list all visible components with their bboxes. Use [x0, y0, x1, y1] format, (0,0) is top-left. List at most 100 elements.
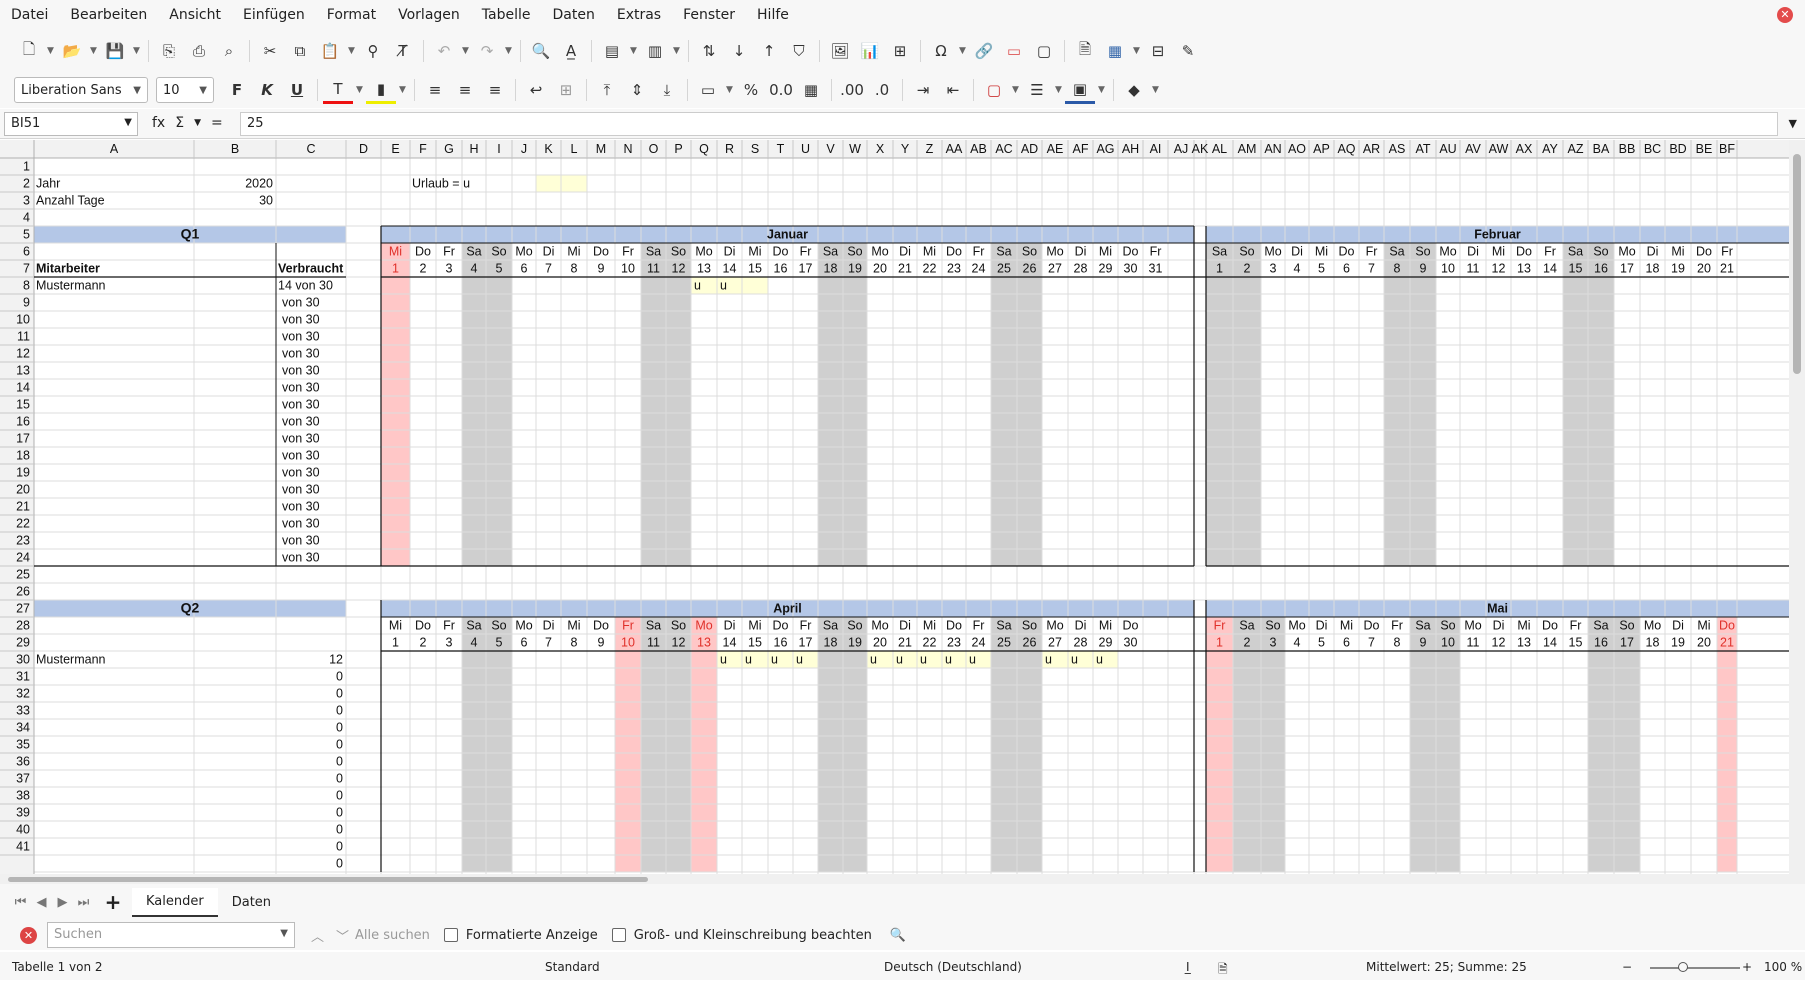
headers-footers-icon[interactable]: ▢: [1029, 37, 1059, 65]
border-style-dropdown-icon[interactable]: ▼: [1052, 76, 1065, 104]
autofilter-icon[interactable]: ⛉: [784, 37, 814, 65]
wrap-text-icon[interactable]: ↩: [521, 76, 551, 104]
cut-icon[interactable]: ✂: [255, 37, 285, 65]
undo-dropdown-icon[interactable]: ▼: [459, 37, 472, 65]
freeze-dropdown-icon[interactable]: ▼: [1130, 37, 1143, 65]
new-dropdown-icon[interactable]: ▼: [44, 37, 57, 65]
zoom-slider-thumb[interactable]: [1678, 962, 1688, 972]
next-sheet-icon[interactable]: ▶: [52, 895, 73, 910]
zoom-slider[interactable]: [1650, 967, 1740, 969]
font-color-icon[interactable]: T: [323, 76, 353, 104]
find-all-button[interactable]: Alle suchen: [355, 928, 430, 943]
close-find-bar-icon[interactable]: ✕: [20, 926, 37, 944]
first-sheet-icon[interactable]: ⏮: [10, 895, 31, 910]
sort-icon[interactable]: ⇅: [694, 37, 724, 65]
zoom-level[interactable]: 100 %: [1764, 960, 1802, 974]
print-preview-icon[interactable]: ⌕: [214, 37, 244, 65]
menu-item[interactable]: Fenster: [672, 0, 746, 30]
sort-ascending-icon[interactable]: ↓: [724, 37, 754, 65]
expand-formula-bar-icon[interactable]: ▼: [1789, 117, 1797, 130]
language[interactable]: Deutsch (Deutschland): [884, 960, 1022, 974]
highlight-dropdown-icon[interactable]: ▼: [396, 76, 409, 104]
border-color-icon[interactable]: ▣: [1065, 76, 1095, 104]
horizontal-scroll-thumb[interactable]: [8, 877, 648, 882]
borders-dropdown-icon[interactable]: ▼: [1009, 76, 1022, 104]
add-sheet-icon[interactable]: +: [100, 890, 126, 914]
add-decimal-icon[interactable]: .00: [837, 76, 867, 104]
redo-dropdown-icon[interactable]: ▼: [502, 37, 515, 65]
menu-item[interactable]: Tabelle: [471, 0, 542, 30]
percent-format-icon[interactable]: %: [736, 76, 766, 104]
insert-mode-icon[interactable]: I̲: [1186, 960, 1190, 974]
find-input[interactable]: Suchen ▼: [47, 922, 295, 948]
save-icon[interactable]: 💾: [100, 37, 130, 65]
sum-dropdown-icon[interactable]: ▼: [194, 115, 201, 131]
date-format-icon[interactable]: ▦: [796, 76, 826, 104]
menu-item[interactable]: Daten: [542, 0, 606, 30]
insert-chart-icon[interactable]: 📊: [855, 37, 885, 65]
decrease-indent-icon[interactable]: ⇤: [938, 76, 968, 104]
comment-icon[interactable]: ▭: [999, 37, 1029, 65]
formula-icon[interactable]: =: [211, 115, 223, 131]
open-icon[interactable]: 📂: [57, 37, 87, 65]
find-next-icon[interactable]: ﹀: [336, 926, 349, 945]
sum-icon[interactable]: Σ: [175, 115, 184, 131]
border-style-icon[interactable]: ☰: [1022, 76, 1052, 104]
formula-input[interactable]: 25: [240, 112, 1778, 136]
font-name-combo[interactable]: Liberation Sans ▼: [14, 77, 148, 103]
vertical-scrollbar[interactable]: [1789, 140, 1805, 874]
increase-indent-icon[interactable]: ⇥: [908, 76, 938, 104]
row-dropdown-icon[interactable]: ▼: [627, 37, 640, 65]
borders-icon[interactable]: ▢: [979, 76, 1009, 104]
sheet-tab-daten[interactable]: Daten: [218, 889, 285, 916]
column-icon[interactable]: ▥: [640, 37, 670, 65]
insert-image-icon[interactable]: 🖼: [825, 37, 855, 65]
name-box[interactable]: BI51 ▼: [4, 112, 138, 136]
clone-formatting-icon[interactable]: ⚲: [358, 37, 388, 65]
align-right-icon[interactable]: ≡: [480, 76, 510, 104]
sort-descending-icon[interactable]: ↑: [754, 37, 784, 65]
zoom-out-icon[interactable]: −: [1622, 960, 1632, 974]
column-dropdown-icon[interactable]: ▼: [670, 37, 683, 65]
center-vertically-icon[interactable]: ⇕: [622, 76, 652, 104]
special-character-dropdown-icon[interactable]: ▼: [956, 37, 969, 65]
redo-icon[interactable]: ↷: [472, 37, 502, 65]
print-icon[interactable]: ⎙: [184, 37, 214, 65]
match-case-checkbox[interactable]: [611, 928, 626, 942]
font-color-dropdown-icon[interactable]: ▼: [353, 76, 366, 104]
menu-item[interactable]: Datei: [0, 0, 59, 30]
number-format-icon[interactable]: 0.0: [766, 76, 796, 104]
conditional-format-icon[interactable]: ◆: [1119, 76, 1149, 104]
hyperlink-icon[interactable]: 🔗: [969, 37, 999, 65]
pivot-table-icon[interactable]: ⊞: [885, 37, 915, 65]
find-replace-icon[interactable]: 🔍: [890, 928, 906, 943]
align-left-icon[interactable]: ≡: [420, 76, 450, 104]
merge-cells-icon[interactable]: ⊞: [551, 76, 581, 104]
font-size-combo[interactable]: 10 ▼: [156, 77, 214, 103]
copy-icon[interactable]: ⧉: [285, 37, 315, 65]
formatted-display-checkbox[interactable]: [443, 928, 458, 942]
define-print-area-icon[interactable]: 🗎: [1070, 37, 1100, 65]
new-document-icon[interactable]: 🗋: [14, 37, 44, 65]
currency-dropdown-icon[interactable]: ▼: [723, 76, 736, 104]
close-window-icon[interactable]: ✕: [1777, 7, 1793, 23]
conditional-dropdown-icon[interactable]: ▼: [1149, 76, 1162, 104]
align-center-icon[interactable]: ≡: [450, 76, 480, 104]
function-wizard-icon[interactable]: fx: [152, 115, 165, 131]
zoom-in-icon[interactable]: +: [1742, 960, 1752, 974]
underline-icon[interactable]: U: [282, 76, 312, 104]
special-character-icon[interactable]: Ω: [926, 37, 956, 65]
align-top-icon[interactable]: ⤒: [592, 76, 622, 104]
menu-item[interactable]: Format: [316, 0, 387, 30]
horizontal-scrollbar[interactable]: [0, 874, 1805, 884]
clear-formatting-icon[interactable]: T̸: [388, 37, 418, 65]
italic-icon[interactable]: K: [252, 76, 282, 104]
menu-item[interactable]: Vorlagen: [387, 0, 471, 30]
spelling-icon[interactable]: A̲: [556, 37, 586, 65]
paste-icon[interactable]: 📋: [315, 37, 345, 65]
undo-icon[interactable]: ↶: [429, 37, 459, 65]
sheet-tab-kalender[interactable]: Kalender: [132, 887, 218, 917]
border-color-dropdown-icon[interactable]: ▼: [1095, 76, 1108, 104]
freeze-rows-columns-icon[interactable]: ▦: [1100, 37, 1130, 65]
menu-item[interactable]: Einfügen: [232, 0, 316, 30]
